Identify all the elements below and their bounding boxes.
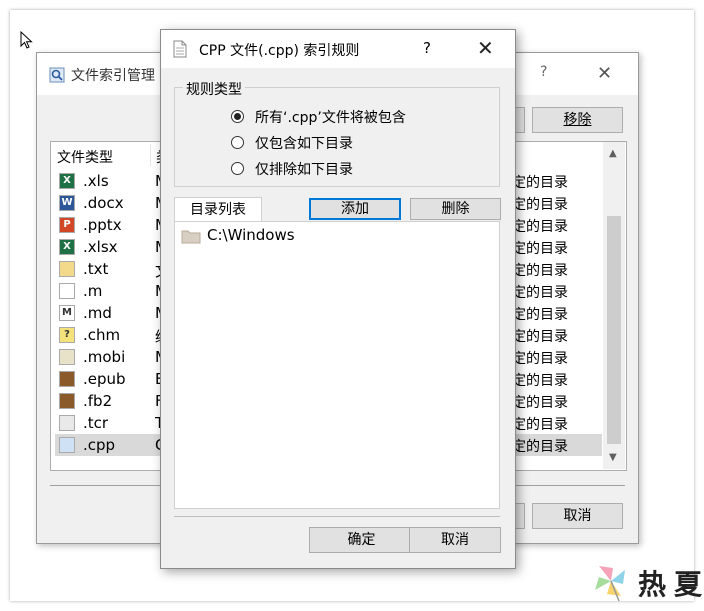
file-extension: .mobi bbox=[83, 348, 126, 366]
pinwheel-logo-icon bbox=[595, 566, 625, 602]
index-scope: 定的目录 bbox=[512, 417, 568, 433]
help-file-icon: ? bbox=[59, 327, 75, 343]
directory-list[interactable]: C:\Windows bbox=[174, 221, 500, 509]
cpp-file-icon bbox=[59, 437, 75, 453]
radio-label: 仅包含如下目录 bbox=[255, 136, 353, 152]
file-extension: .docx bbox=[83, 194, 124, 212]
remove-button[interactable]: 移除 bbox=[532, 107, 623, 133]
back-cancel-button[interactable]: 取消 bbox=[532, 503, 623, 529]
scroll-up-icon[interactable]: ▲ bbox=[609, 148, 617, 159]
markdown-icon: M bbox=[59, 305, 75, 321]
ebook-icon bbox=[59, 393, 75, 409]
file-extension: .fb2 bbox=[83, 392, 113, 410]
close-icon[interactable]: ✕ bbox=[477, 36, 494, 60]
file-extension: .xls bbox=[83, 172, 109, 190]
excel-icon: X bbox=[59, 173, 75, 189]
blank-file-icon bbox=[59, 415, 75, 431]
word-icon: W bbox=[59, 195, 75, 211]
back-window-title: 文件索引管理 bbox=[71, 68, 155, 84]
index-scope: 定的目录 bbox=[512, 373, 568, 389]
document-icon bbox=[59, 283, 75, 299]
index-scope: 定的目录 bbox=[512, 241, 568, 257]
index-scope: 定的目录 bbox=[512, 351, 568, 367]
help-icon[interactable]: ? bbox=[423, 39, 431, 57]
index-scope: 定的目录 bbox=[512, 263, 568, 279]
radio-button[interactable] bbox=[231, 110, 244, 123]
file-extension: .xlsx bbox=[83, 238, 118, 256]
file-extension: .cpp bbox=[83, 436, 116, 454]
close-icon[interactable]: ✕ bbox=[597, 63, 612, 84]
divider bbox=[174, 516, 500, 517]
file-extension: .m bbox=[83, 282, 103, 300]
delete-button[interactable]: 删除 bbox=[410, 198, 501, 220]
add-button[interactable]: 添加 bbox=[309, 198, 401, 220]
index-scope: 定的目录 bbox=[512, 307, 568, 323]
excel-icon: X bbox=[59, 239, 75, 255]
help-icon[interactable]: ? bbox=[540, 64, 547, 80]
index-scope: 定的目录 bbox=[512, 329, 568, 345]
list-scrollbar[interactable]: ▲ ▼ bbox=[603, 142, 625, 469]
index-rule-dialog: CPP 文件(.cpp) 索引规则 ? ✕ 规则类型 所有‘.cpp’文件将被包… bbox=[160, 29, 516, 569]
radio-button[interactable] bbox=[231, 162, 244, 175]
radio-button[interactable] bbox=[231, 136, 244, 149]
directory-path: C:\Windows bbox=[207, 226, 295, 244]
ebook-icon bbox=[59, 371, 75, 387]
cancel-button[interactable]: 取消 bbox=[409, 527, 501, 553]
document-icon bbox=[173, 40, 187, 58]
text-file-icon bbox=[59, 261, 75, 277]
ok-button[interactable]: 确定 bbox=[309, 527, 414, 553]
index-scope: 定的目录 bbox=[512, 219, 568, 235]
mouse-cursor-icon bbox=[20, 31, 33, 49]
radio-label: 仅排除如下目录 bbox=[255, 162, 353, 178]
scrollbar-thumb[interactable] bbox=[607, 216, 621, 444]
mobi-icon bbox=[59, 349, 75, 365]
file-extension: .tcr bbox=[83, 414, 109, 432]
file-extension: .epub bbox=[83, 370, 126, 388]
tab-directory-list[interactable]: 目录列表 bbox=[174, 197, 262, 222]
column-header-type[interactable]: 文件类型 bbox=[57, 147, 113, 167]
file-extension: .md bbox=[83, 304, 112, 322]
file-extension: .txt bbox=[83, 260, 109, 278]
radio-label: 所有‘.cpp’文件将被包含 bbox=[255, 110, 406, 126]
scroll-down-icon[interactable]: ▼ bbox=[609, 452, 617, 463]
file-extension: .pptx bbox=[83, 216, 122, 234]
powerpoint-icon: P bbox=[59, 217, 75, 233]
index-scope: 定的目录 bbox=[512, 285, 568, 301]
index-scope: 定的目录 bbox=[512, 395, 568, 411]
dialog-title: CPP 文件(.cpp) 索引规则 bbox=[199, 43, 360, 59]
dialog-titlebar: CPP 文件(.cpp) 索引规则 ? ✕ bbox=[161, 30, 515, 68]
file-extension: .chm bbox=[83, 326, 121, 344]
index-scope: 定的目录 bbox=[512, 197, 568, 213]
index-scope: 定的目录 bbox=[512, 175, 568, 191]
index-scope: 定的目录 bbox=[512, 439, 568, 455]
watermark-text: 热夏 bbox=[638, 568, 704, 601]
search-index-icon bbox=[49, 67, 65, 83]
column-divider[interactable] bbox=[150, 144, 151, 166]
rule-type-label: 规则类型 bbox=[183, 79, 245, 99]
folder-icon bbox=[181, 230, 201, 244]
